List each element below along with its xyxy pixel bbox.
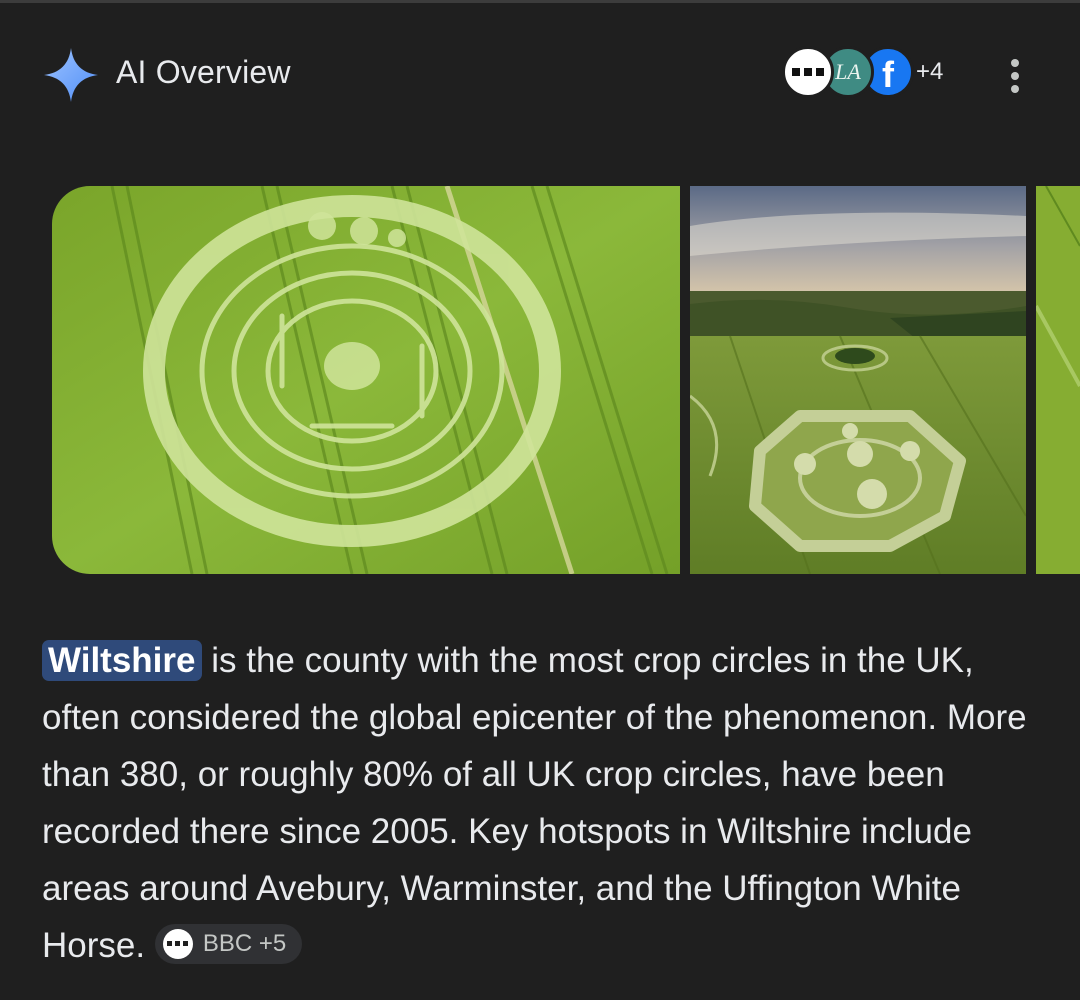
answer-text: is the county with the most crop circles… (42, 641, 1027, 965)
highlighted-term[interactable]: Wiltshire (42, 640, 202, 681)
more-sources-count[interactable]: +4 (916, 58, 943, 86)
ai-overview-header: AI Overview LA f +4 (0, 0, 1080, 150)
image-crop-circle-octagon[interactable] (690, 186, 1026, 574)
image-crop-circle-rings[interactable] (52, 186, 680, 574)
source-chip-bbc[interactable]: BBC +5 (154, 923, 303, 964)
source-avatar-la-label: LA (835, 59, 861, 84)
crop-field-partial-picture (1036, 186, 1080, 574)
source-chip-icon (162, 928, 193, 959)
image-crop-field-partial[interactable] (1036, 186, 1080, 574)
source-avatar-more-icon[interactable] (782, 46, 834, 98)
ai-overview-answer: Wiltshire is the county with the most cr… (42, 632, 1042, 974)
crop-circle-octagon-picture (690, 186, 1026, 574)
more-options-icon[interactable] (998, 56, 1032, 96)
source-chip-label: BBC +5 (202, 929, 287, 957)
gemini-sparkle-icon (44, 48, 98, 102)
crop-circle-rings-picture (52, 186, 680, 574)
page-title: AI Overview (116, 54, 291, 90)
facebook-avatar-label: f (882, 54, 894, 95)
source-avatars[interactable]: LA f +4 (782, 46, 982, 102)
